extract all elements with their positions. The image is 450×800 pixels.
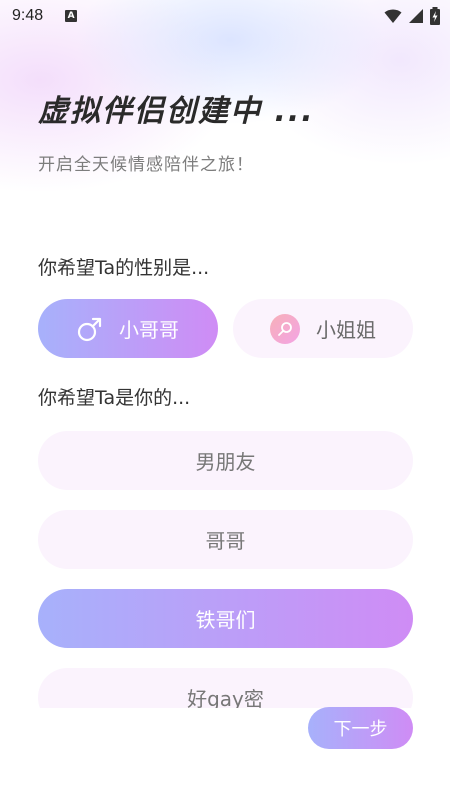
relationship-option-gay-bestie[interactable]: 好gay密	[38, 668, 413, 708]
relationship-option-buddy[interactable]: 铁哥们	[38, 589, 413, 648]
relationship-option-boyfriend[interactable]: 男朋友	[38, 431, 413, 490]
next-step-button[interactable]: 下一步	[308, 707, 413, 749]
relationship-option-brother[interactable]: 哥哥	[38, 510, 413, 569]
relationship-options-list: 男朋友 哥哥 铁哥们 好gay密	[0, 0, 450, 708]
